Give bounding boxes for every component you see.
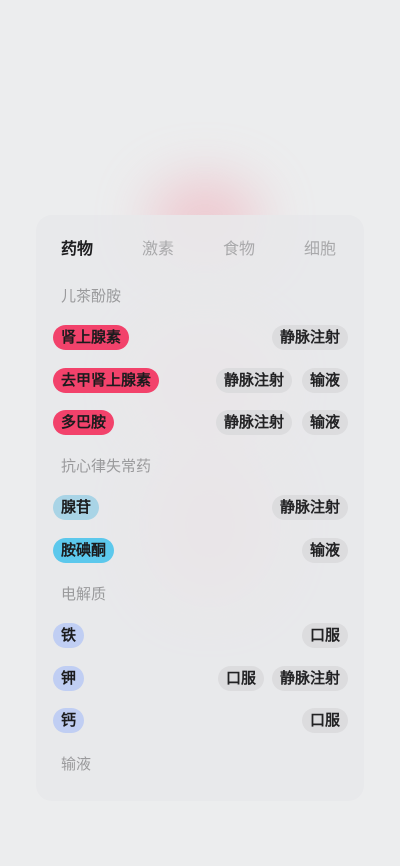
route-button-iv[interactable]: 静脉注射 xyxy=(215,410,292,435)
route-button-infusion[interactable]: 输液 xyxy=(301,410,348,435)
tab-cells[interactable]: 细胞 xyxy=(290,237,350,261)
list-item-adenosine[interactable]: 腺苷 静脉注射 xyxy=(36,495,364,521)
list-item-potassium[interactable]: 钾 口服 静脉注射 xyxy=(36,666,364,692)
list-item-norepinephrine[interactable]: 去甲肾上腺素 静脉注射 输液 xyxy=(36,368,364,394)
list-item-epinephrine[interactable]: 肾上腺素 静脉注射 xyxy=(36,325,364,351)
route-button-infusion[interactable]: 输液 xyxy=(301,368,348,393)
list-item-dopamine[interactable]: 多巴胺 静脉注射 输液 xyxy=(36,410,364,436)
section-header-electrolytes: 电解质 xyxy=(61,585,107,603)
route-button-infusion[interactable]: 输液 xyxy=(301,538,348,563)
section-header-catecholamine: 儿茶酚胺 xyxy=(61,287,122,305)
section-header-antiarrhythmic: 抗心律失常药 xyxy=(61,457,152,475)
drug-name-pill[interactable]: 腺苷 xyxy=(53,495,100,520)
drug-name-pill[interactable]: 多巴胺 xyxy=(53,410,115,435)
route-button-iv[interactable]: 静脉注射 xyxy=(271,666,348,691)
route-button-iv[interactable]: 静脉注射 xyxy=(271,495,348,520)
drug-name-pill[interactable]: 胺碘酮 xyxy=(53,538,115,563)
route-button-oral[interactable]: 口服 xyxy=(301,708,348,733)
category-tabs: 药物 激素 食物 细胞 xyxy=(36,237,364,261)
tab-food[interactable]: 食物 xyxy=(209,237,269,261)
drug-list-panel[interactable]: 药物 激素 食物 细胞 儿茶酚胺 肾上腺素 静脉注射 去甲肾上腺素 静脉注射 输… xyxy=(36,215,364,801)
drug-name-pill[interactable]: 钾 xyxy=(53,666,85,691)
drug-name-pill[interactable]: 肾上腺素 xyxy=(53,325,130,350)
list-item-amiodarone[interactable]: 胺碘酮 输液 xyxy=(36,538,364,564)
route-button-iv[interactable]: 静脉注射 xyxy=(215,368,292,393)
list-item-calcium[interactable]: 钙 口服 xyxy=(36,708,364,734)
tab-drugs[interactable]: 药物 xyxy=(47,237,107,261)
route-button-oral[interactable]: 口服 xyxy=(217,666,264,691)
tab-hormones[interactable]: 激素 xyxy=(128,237,188,261)
section-header-infusion: 输液 xyxy=(61,755,92,773)
drug-name-pill[interactable]: 去甲肾上腺素 xyxy=(53,368,160,393)
drug-name-pill[interactable]: 铁 xyxy=(53,623,85,648)
drug-name-pill[interactable]: 钙 xyxy=(53,708,85,733)
list-item-iron[interactable]: 铁 口服 xyxy=(36,623,364,649)
route-button-oral[interactable]: 口服 xyxy=(301,623,348,648)
route-button-iv[interactable]: 静脉注射 xyxy=(271,325,348,350)
